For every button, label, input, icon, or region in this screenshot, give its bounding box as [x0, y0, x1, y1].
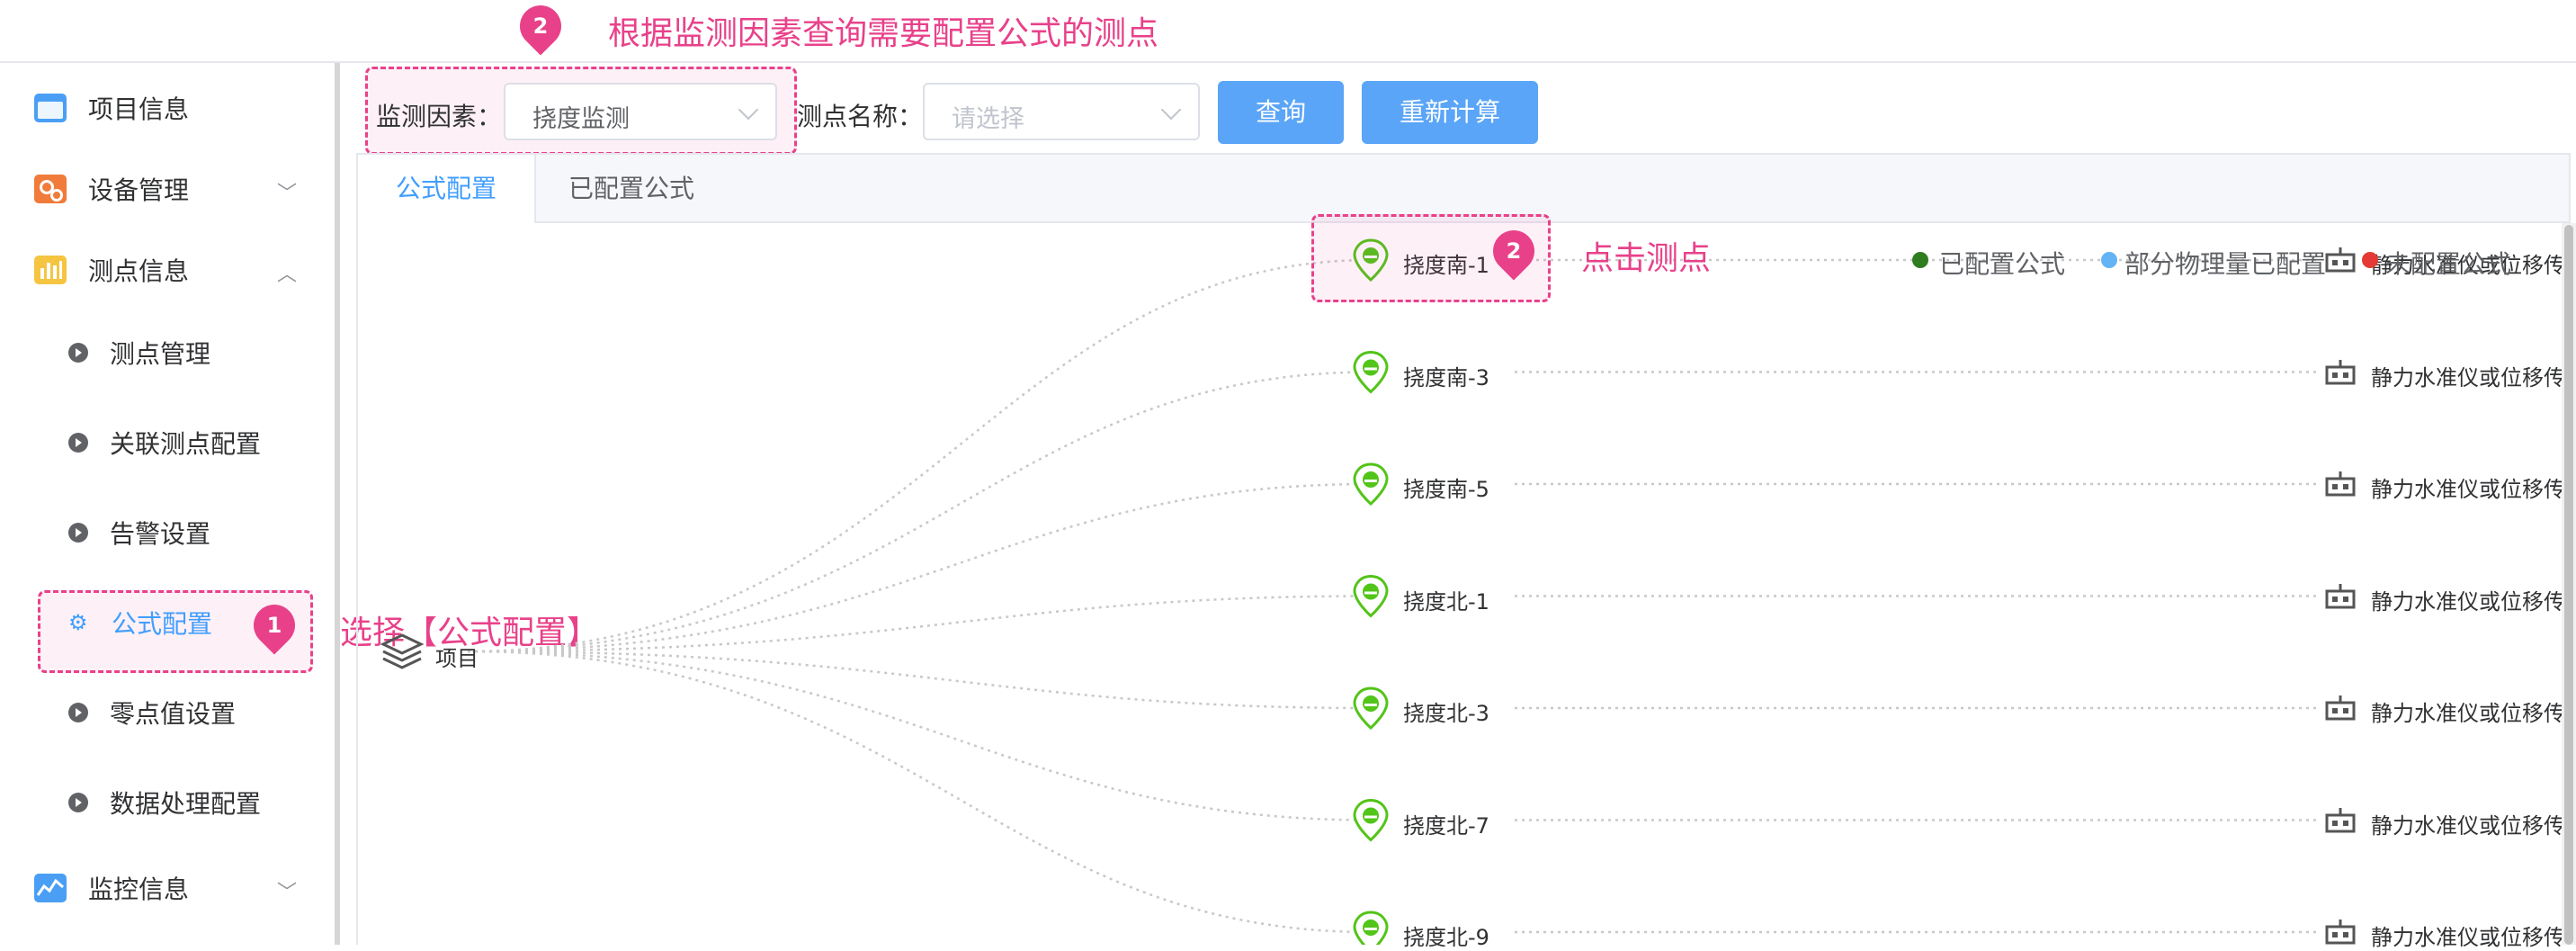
sidebar-item-label: 监控信息	[88, 875, 190, 904]
legend-label-partial: 部分物理量已配置	[2124, 249, 2327, 279]
arrow-circle-icon	[68, 793, 88, 812]
sidebar-item-point-info[interactable]: 测点信息 ︿	[0, 229, 335, 310]
sidebar-item-label: 测点管理	[110, 339, 211, 369]
chevron-up-icon: ︿	[276, 264, 297, 286]
device-icon	[34, 175, 67, 203]
step-marker-icon: 1	[245, 596, 304, 655]
tree-root-label[interactable]: 项目	[435, 641, 479, 672]
sensor-device-icon	[2324, 358, 2357, 387]
chevron-down-icon	[738, 99, 759, 121]
tree-node-label[interactable]: 挠度南-5	[1403, 471, 1489, 503]
point-name-placeholder: 请选择	[952, 105, 1024, 133]
annotation-text: 点击测点	[1581, 240, 1712, 277]
sidebar-divider	[335, 63, 340, 945]
sidebar-item-label: 设备管理	[88, 175, 190, 205]
annotation-text: 根据监测因素查询需要配置公式的测点	[608, 15, 1159, 52]
location-pin-icon[interactable]	[1353, 574, 1389, 618]
sidebar-item-device-management[interactable]: 设备管理 ﹀	[0, 148, 335, 229]
chart-bars-icon	[34, 256, 67, 284]
tree-device-label[interactable]: 静力水准仪或位移传	[2371, 808, 2562, 839]
sidebar-item-linked-point-config[interactable]: 关联测点配置	[0, 402, 335, 483]
query-button[interactable]: 查询	[1218, 81, 1344, 144]
chevron-down-icon: ﹀	[276, 183, 297, 205]
sidebar-item-alarm-settings[interactable]: 告警设置	[0, 492, 335, 573]
legend-dot-unconfigured	[2362, 252, 2378, 268]
scrollbar-thumb[interactable]	[2564, 225, 2573, 945]
sensor-device-icon	[2324, 806, 2357, 835]
sidebar-item-point-management[interactable]: 测点管理	[0, 312, 335, 393]
chevron-down-icon: ﹀	[276, 882, 297, 904]
factor-select[interactable]: 挠度监测	[504, 83, 777, 140]
location-pin-icon[interactable]	[1353, 462, 1389, 507]
location-pin-icon[interactable]	[1353, 798, 1389, 842]
location-pin-icon[interactable]	[1353, 350, 1389, 394]
sidebar-item-label: 项目信息	[88, 94, 190, 124]
sidebar-item-label: 数据处理配置	[110, 789, 262, 819]
legend-dot-partial	[2101, 252, 2117, 268]
chevron-down-icon	[1160, 99, 1182, 121]
step-marker-icon: 2	[1484, 221, 1543, 281]
recalculate-button[interactable]: 重新计算	[1362, 81, 1538, 144]
step-marker-icon: 2	[511, 0, 570, 56]
arrow-circle-icon	[68, 703, 88, 722]
sidebar-item-project-info[interactable]: 项目信息	[0, 67, 335, 148]
sidebar-item-label: 告警设置	[110, 519, 211, 549]
legend-dot-configured	[1912, 252, 1928, 268]
sidebar-item-zero-value-settings[interactable]: 零点值设置	[0, 672, 335, 753]
sidebar-item-label: 测点信息	[88, 256, 190, 286]
tree-device-label[interactable]: 静力水准仪或位移传	[2371, 360, 2562, 391]
arrow-circle-icon	[68, 343, 88, 363]
sidebar: 项目信息 设备管理 ﹀ 测点信息 ︿ 测点管理 关联测点配置 告警设置 ⚙ 公式…	[0, 63, 335, 945]
tree-link	[467, 650, 1372, 710]
legend-label-unconfigured: 未配置公式	[2385, 249, 2512, 279]
tree-link	[467, 650, 1372, 934]
point-name-select[interactable]: 请选择	[923, 83, 1200, 140]
sensor-device-icon	[2324, 694, 2357, 722]
legend-label-configured: 已配置公式	[1939, 249, 2066, 279]
tab-bar: 公式配置 已配置公式	[358, 155, 2569, 223]
tab-configured-formulas[interactable]: 已配置公式	[534, 155, 729, 223]
tree-node-label[interactable]: 挠度北-1	[1403, 584, 1489, 615]
arrow-circle-icon	[68, 433, 88, 453]
factor-label: 监测因素：	[376, 102, 503, 131]
folder-icon	[34, 94, 67, 122]
sensor-device-icon	[2324, 470, 2357, 498]
sensor-device-icon	[2324, 582, 2357, 611]
monitor-icon	[34, 874, 67, 902]
point-name-label: 测点名称：	[797, 102, 924, 131]
tree-device-label[interactable]: 静力水准仪或位移传	[2371, 471, 2562, 503]
factor-select-value: 挠度监测	[532, 105, 630, 133]
tree-node-label[interactable]: 挠度北-7	[1403, 808, 1489, 839]
tree-node-label[interactable]: 挠度南-3	[1403, 360, 1489, 391]
legend: 已配置公式 部分物理量已配置 未配置公式	[1912, 245, 2576, 281]
location-pin-icon[interactable]	[1353, 911, 1389, 945]
sidebar-item-label: 零点值设置	[110, 699, 237, 729]
tree-link	[467, 258, 1372, 653]
tree-link	[467, 595, 1372, 653]
sensor-device-icon	[2324, 918, 2357, 947]
tree-link	[467, 482, 1372, 653]
top-annotation-bar: 2 根据监测因素查询需要配置公式的测点	[0, 0, 2576, 63]
tree-node-label[interactable]: 挠度北-3	[1403, 695, 1489, 727]
location-pin-icon[interactable]	[1353, 686, 1389, 731]
tree-node-label[interactable]: 挠度北-9	[1403, 920, 1489, 951]
tree-nodes	[1353, 238, 1389, 945]
tab-formula-config[interactable]: 公式配置	[358, 155, 536, 223]
sidebar-item-label: 关联测点配置	[110, 429, 262, 459]
layers-icon	[380, 630, 425, 675]
tree-device-label[interactable]: 静力水准仪或位移传	[2371, 584, 2562, 615]
tree-links	[467, 258, 2321, 934]
tree-link	[467, 371, 1372, 653]
arrow-circle-icon	[68, 523, 88, 543]
tree-device-label[interactable]: 静力水准仪或位移传	[2371, 695, 2562, 727]
sidebar-item-label: 公式配置	[112, 609, 213, 639]
tree-device-label[interactable]: 静力水准仪或位移传	[2371, 920, 2562, 951]
sidebar-item-data-processing-config[interactable]: 数据处理配置	[0, 762, 335, 843]
tree-link	[467, 650, 1372, 821]
gear-icon: ⚙	[68, 610, 88, 635]
sidebar-item-monitor-info[interactable]: 监控信息 ﹀	[0, 848, 335, 929]
